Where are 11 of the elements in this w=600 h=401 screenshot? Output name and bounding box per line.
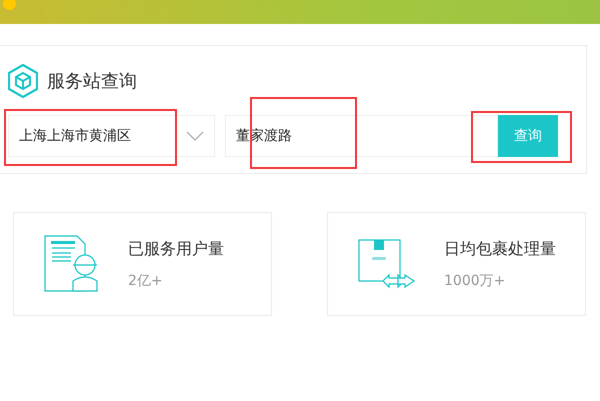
region-select[interactable]: 上海上海市黄浦区: [8, 115, 215, 157]
panel-title: 服务站查询: [47, 70, 137, 92]
stat-label: 已服务用户量: [128, 238, 224, 260]
stat-label: 日均包裹处理量: [444, 238, 556, 260]
cube-icon: [8, 64, 38, 98]
stat-value: 2亿+: [128, 272, 164, 290]
document-courier-icon: [44, 235, 100, 293]
dot-icon: [3, 0, 16, 10]
chevron-down-icon: [186, 131, 204, 141]
parcel-icon: [358, 239, 416, 289]
stat-value: 1000万+: [444, 272, 506, 290]
